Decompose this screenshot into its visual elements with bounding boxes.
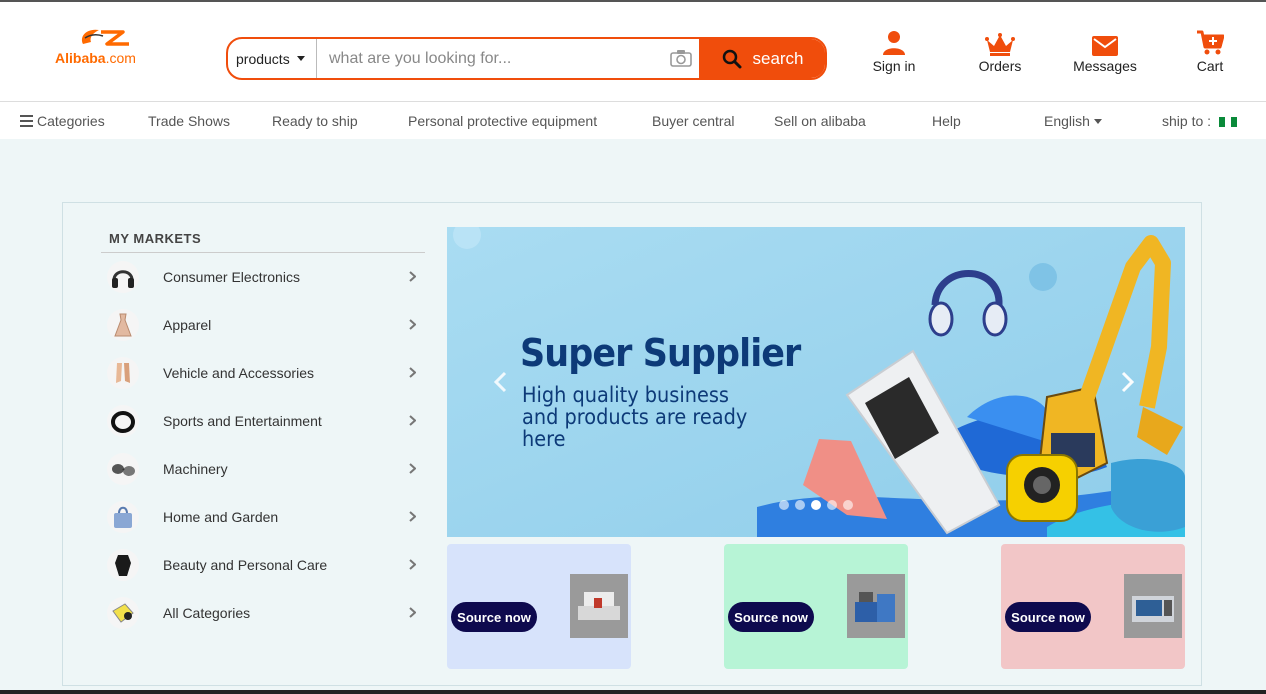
camera-icon[interactable]	[670, 49, 692, 67]
carousel-dot-active[interactable]	[811, 500, 821, 510]
market-label: Apparel	[163, 317, 212, 333]
source-now-button[interactable]: Source now	[1005, 602, 1091, 632]
hamburger-icon	[20, 115, 33, 127]
nav-trade-shows[interactable]: Trade Shows	[148, 113, 230, 129]
market-item-home-and-garden[interactable]: Home and Garden	[101, 493, 425, 541]
nav-sell-on-alibaba[interactable]: Sell on alibaba	[774, 113, 866, 129]
nigeria-flag-icon	[1218, 117, 1237, 127]
grid-icon	[107, 597, 139, 629]
top-nav: Categories Trade Shows Ready to ship Per…	[0, 101, 1266, 139]
carousel-dot[interactable]	[779, 500, 789, 510]
messages-label: Messages	[1073, 58, 1137, 74]
banner-title: Super Supplier	[520, 331, 801, 375]
chevron-right-icon	[409, 271, 416, 282]
market-label: All Categories	[163, 605, 251, 621]
bottom-border	[0, 690, 1266, 694]
ship-to-label: ship to :	[1162, 113, 1212, 129]
chevron-right-icon	[409, 511, 416, 522]
promo-card[interactable]: Source now	[1001, 544, 1185, 669]
search-input[interactable]	[318, 39, 699, 78]
sunglasses-icon	[107, 453, 139, 485]
messages-button[interactable]: Messages	[1065, 28, 1145, 74]
nav-ready-to-ship[interactable]: Ready to ship	[272, 113, 358, 129]
promo-card[interactable]: Source now	[724, 544, 908, 669]
my-markets: MY MARKETS Consumer Electronics Apparel …	[101, 231, 425, 637]
carousel-dot[interactable]	[795, 500, 805, 510]
search-category-select[interactable]: products	[228, 39, 317, 78]
search-category-label: products	[236, 50, 290, 67]
bottle-icon	[107, 549, 139, 581]
hero-banner[interactable]: Super Supplier High quality business and…	[447, 227, 1185, 537]
nav-ppe[interactable]: Personal protective equipment	[408, 113, 597, 129]
source-now-button[interactable]: Source now	[728, 602, 814, 632]
market-item-vehicle-and-accessories[interactable]: Vehicle and Accessories	[101, 349, 425, 397]
ship-to-select[interactable]: ship to :	[1162, 113, 1237, 129]
carousel-dot[interactable]	[843, 500, 853, 510]
market-label: Machinery	[163, 461, 228, 477]
market-label: Beauty and Personal Care	[163, 557, 328, 573]
chevron-right-icon	[409, 607, 416, 618]
shoes-icon	[107, 357, 139, 389]
banner-artwork	[447, 227, 1185, 537]
market-item-sports-and-entertainment[interactable]: Sports and Entertainment	[101, 397, 425, 445]
market-label: Consumer Electronics	[163, 269, 300, 285]
search-bar: products search	[226, 37, 827, 80]
cnc-router-image	[570, 574, 628, 638]
market-item-beauty-and-personal-care[interactable]: Beauty and Personal Care	[101, 541, 425, 589]
carousel-next-icon[interactable]	[1121, 371, 1135, 393]
crown-icon	[985, 33, 1015, 56]
sign-in-label: Sign in	[872, 58, 916, 74]
cart-button[interactable]: Cart	[1170, 28, 1250, 74]
user-icon	[883, 31, 905, 55]
nav-help[interactable]: Help	[932, 113, 961, 129]
chevron-right-icon	[409, 463, 416, 474]
orders-button[interactable]: Orders	[960, 28, 1040, 74]
site-header: Alibaba.com products search Sign	[0, 2, 1266, 101]
caret-down-icon	[1093, 119, 1102, 124]
sign-in-button[interactable]: Sign in	[854, 28, 934, 74]
carousel-dots	[779, 500, 853, 510]
main-panel: MY MARKETS Consumer Electronics Apparel …	[62, 202, 1202, 686]
market-item-consumer-electronics[interactable]: Consumer Electronics	[101, 253, 425, 301]
nav-categories-label: Categories	[37, 113, 105, 129]
market-item-all-categories[interactable]: All Categories	[101, 589, 425, 637]
orders-label: Orders	[978, 58, 1022, 74]
search-button[interactable]: search	[699, 39, 825, 78]
bag-icon	[107, 501, 139, 533]
alibaba-logo-mark-icon	[81, 29, 129, 46]
molding-machine-image	[847, 574, 905, 638]
source-now-button[interactable]: Source now	[451, 602, 537, 632]
carousel-dot[interactable]	[827, 500, 837, 510]
cart-icon	[1197, 30, 1224, 55]
language-select[interactable]: English	[1044, 113, 1102, 129]
market-item-apparel[interactable]: Apparel	[101, 301, 425, 349]
language-label: English	[1044, 113, 1090, 129]
market-item-machinery[interactable]: Machinery	[101, 445, 425, 493]
chevron-right-icon	[409, 367, 416, 378]
banner-subtitle: High quality business and products are r…	[522, 383, 748, 451]
nav-buyer-central[interactable]: Buyer central	[652, 113, 734, 129]
market-label: Sports and Entertainment	[163, 413, 322, 429]
chevron-right-icon	[409, 319, 416, 330]
cart-label: Cart	[1196, 58, 1224, 74]
caret-down-icon	[296, 56, 305, 61]
nav-categories[interactable]: Categories	[20, 113, 105, 129]
chevron-right-icon	[409, 559, 416, 570]
logo-wordmark: Alibaba.com	[55, 50, 136, 66]
ring-icon	[107, 405, 139, 437]
markets-title: MY MARKETS	[101, 231, 425, 253]
market-label: Vehicle and Accessories	[163, 365, 314, 381]
alibaba-logo[interactable]: Alibaba.com	[55, 24, 170, 70]
mail-icon	[1092, 36, 1118, 56]
promo-card[interactable]: Source now	[447, 544, 631, 669]
cnc-lathe-image	[1124, 574, 1182, 638]
dress-icon	[107, 309, 139, 341]
headphones-icon	[107, 261, 139, 293]
search-icon	[723, 49, 742, 68]
carousel-prev-icon[interactable]	[493, 371, 507, 393]
search-button-label: search	[752, 48, 804, 68]
chevron-right-icon	[409, 415, 416, 426]
market-label: Home and Garden	[163, 509, 279, 525]
